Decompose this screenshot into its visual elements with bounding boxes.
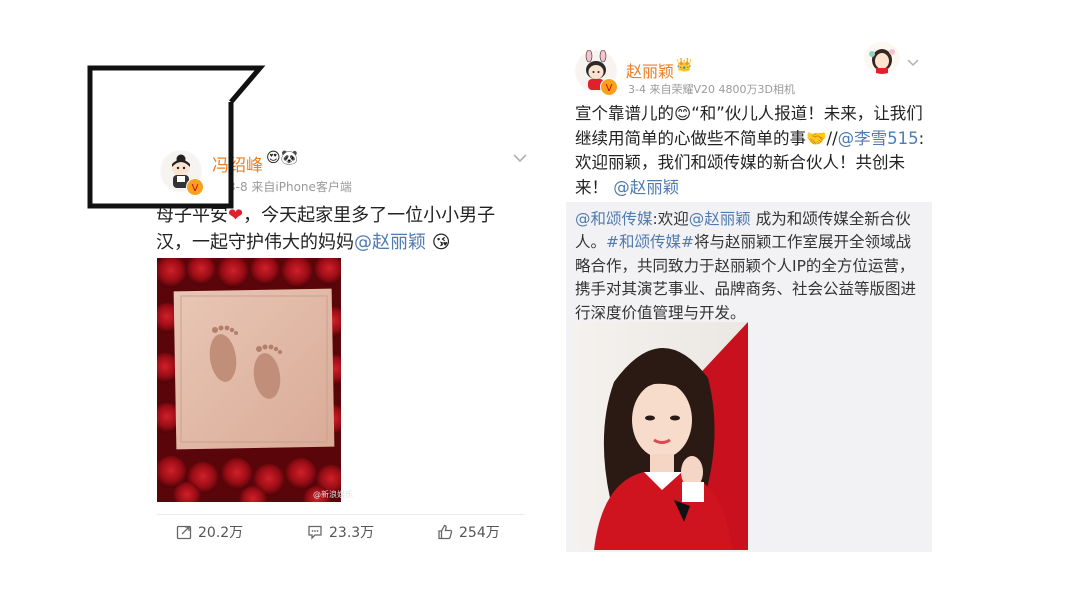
share-icon [176,525,192,540]
like-count: 254万 [459,525,500,541]
post-meta: 3-4 来自荣耀V20 4800万3D相机 [628,83,795,96]
mention-link[interactable]: @赵丽颖 [613,178,679,197]
verified-badge-icon: V [600,78,618,96]
hashtag-link[interactable]: #和颂传媒# [606,233,694,251]
mention-link[interactable]: @赵丽颖 [689,210,751,228]
image-watermark: @新浪娱乐 [313,490,353,499]
author-name-emoji: 😍🐼 [266,150,299,166]
post-text: 母子平安❤，今天起家里多了一位小小男子汉，一起守护伟大的妈妈@赵丽颖 😘 [156,202,526,256]
decorative-avatar-icon [864,42,900,74]
annotation-callout-frame [87,65,266,209]
repost-photo-portrait[interactable] [574,322,748,550]
repost-text: @和颂传媒:欢迎@赵丽颖 成为和颂传媒全新合伙人。#和颂传媒#将与赵丽颖工作室展… [575,208,923,325]
mention-link[interactable]: @李雪515 [838,129,919,148]
comment-count: 23.3万 [329,525,375,541]
mention-link[interactable]: @赵丽颖 [354,232,426,253]
post-text-segment: // [826,128,838,148]
chevron-down-icon[interactable] [512,152,528,164]
repost-text-segment: :欢迎 [652,210,689,228]
post-text-segment: 宣个靠谱儿的 [575,104,674,123]
comment-icon [308,525,322,540]
mention-link[interactable]: @和颂传媒 [575,210,653,228]
repost-button[interactable]: 20.2万 [176,522,243,542]
post-photo-footprints[interactable] [157,258,341,502]
svg-text:V: V [606,83,613,94]
like-button[interactable]: 254万 [437,522,500,542]
post-text: 宣个靠谱儿的😊“和”伙儿人报道！未来，让我们继续用简单的心做些不简单的事🤝//@… [575,102,925,200]
handshake-emoji-icon: 🤝 [806,128,827,148]
thumbs-up-icon [438,524,453,540]
chevron-down-icon[interactable] [906,58,920,68]
author-name[interactable]: 赵丽颖 [626,58,674,82]
repost-count: 20.2万 [198,525,244,541]
divider [157,514,525,515]
smile-emoji-icon: 😊 [674,104,692,123]
comment-button[interactable]: 23.3万 [307,522,374,542]
author-name-badge: 👑 [676,58,693,73]
kiss-emoji-icon: 😘 [431,232,451,253]
